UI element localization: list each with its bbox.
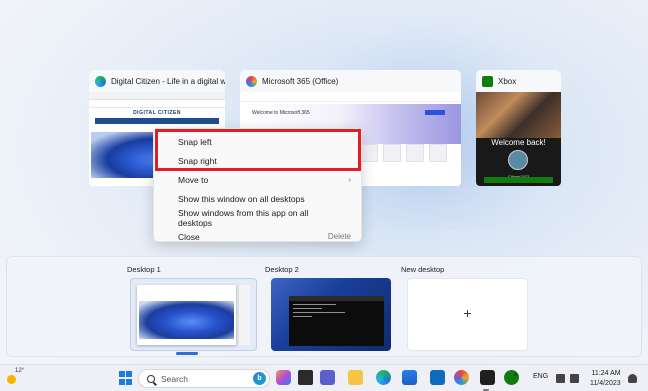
browser-address-bar xyxy=(89,100,225,108)
edge-icon[interactable] xyxy=(376,370,391,385)
window-card-xbox[interactable]: Xbox Welcome back! Citizen1973 xyxy=(476,70,561,186)
system-clock[interactable]: 11:24 AM 11/4/2023 xyxy=(590,369,621,389)
edge-icon xyxy=(95,75,106,87)
game-hero-image xyxy=(476,92,561,138)
teams-icon[interactable] xyxy=(320,370,335,385)
network-icon[interactable] xyxy=(556,374,565,383)
language-indicator[interactable]: ENG xyxy=(533,373,548,380)
highlight-box xyxy=(155,129,361,171)
taskbar: 12° Search b ^ ENG 11:24 AM 11/4/2023 xyxy=(0,364,648,391)
microsoft-365-icon xyxy=(246,75,257,87)
file-explorer-icon[interactable] xyxy=(348,370,363,385)
avatar xyxy=(508,150,528,170)
terminal-window-preview xyxy=(289,296,384,346)
desktop-1-label: Desktop 1 xyxy=(127,265,161,274)
xbox-continue-button xyxy=(484,177,553,183)
menu-item-show-window-all-desktops[interactable]: Show this window on all desktops xyxy=(154,189,361,208)
chevron-up-icon[interactable]: ^ xyxy=(514,372,518,381)
task-view-icon[interactable] xyxy=(298,370,313,385)
desktop-2-thumbnail[interactable] xyxy=(271,278,391,351)
desktop-1-side-panel xyxy=(238,285,250,345)
clock-date: 11/4/2023 xyxy=(590,380,621,387)
window-card-title-bar: Microsoft 365 (Office) xyxy=(240,70,461,92)
terminal-icon[interactable] xyxy=(480,370,495,385)
window-card-title: Digital Citizen - Life in a digital w... xyxy=(111,76,225,86)
app-tile xyxy=(429,144,447,162)
window-card-title-bar: Xbox xyxy=(476,70,561,92)
clock-time: 11:24 AM xyxy=(591,370,621,377)
site-logo: DIGITAL CITIZEN xyxy=(133,110,181,116)
menu-item-label: Show windows from this app on all deskto… xyxy=(178,207,309,228)
weather-temperature: 12° xyxy=(15,368,25,374)
menu-item-close[interactable]: Close Delete xyxy=(154,227,361,246)
new-desktop-button[interactable]: + xyxy=(407,278,528,351)
window-card-title: Microsoft 365 (Office) xyxy=(262,76,339,86)
app-welcome-text: Welcome to Microsoft 365 xyxy=(252,110,310,116)
plus-icon: + xyxy=(463,305,472,321)
bing-icon: b xyxy=(253,372,266,385)
app-header xyxy=(240,92,461,102)
menu-item-label: Close xyxy=(178,231,200,242)
start-button[interactable] xyxy=(118,370,133,385)
app-tile xyxy=(406,144,424,162)
copilot-icon[interactable] xyxy=(276,370,291,385)
microsoft-365-icon[interactable] xyxy=(454,370,469,385)
taskbar-search-box[interactable]: Search b xyxy=(138,369,270,388)
new-desktop-label: New desktop xyxy=(401,265,445,274)
menu-item-show-app-all-desktops[interactable]: Show windows from this app on all deskto… xyxy=(154,207,361,228)
desktop-1-window-preview xyxy=(137,285,236,345)
xbox-welcome-text: Welcome back! xyxy=(491,138,546,147)
chevron-right-icon: › xyxy=(348,175,351,184)
active-desktop-indicator xyxy=(176,352,198,355)
menu-item-label: Show this window on all desktops xyxy=(178,193,305,204)
desktop-1-window-hero xyxy=(139,301,234,339)
shortcut-hint: Delete xyxy=(327,232,351,241)
window-thumbnail: Welcome back! Citizen1973 xyxy=(476,92,561,186)
virtual-desktops-bar: Desktop 1 Desktop 2 New desktop + xyxy=(6,256,642,357)
xbox-icon xyxy=(482,75,493,87)
microsoft-store-icon[interactable] xyxy=(402,370,417,385)
window-card-title-bar: Digital Citizen - Life in a digital w... xyxy=(89,70,225,92)
window-card-title: Xbox xyxy=(498,76,517,86)
desktop-2-label: Desktop 2 xyxy=(265,265,299,274)
app-tile xyxy=(360,144,378,162)
desktop-1-thumbnail[interactable] xyxy=(130,278,257,351)
volume-icon[interactable] xyxy=(570,374,579,383)
app-install-button xyxy=(425,110,445,115)
search-icon xyxy=(147,374,155,383)
search-placeholder: Search xyxy=(161,373,188,384)
notification-bell-icon[interactable] xyxy=(628,374,637,383)
menu-item-move-to[interactable]: Move to › xyxy=(154,170,361,189)
outlook-icon[interactable] xyxy=(430,370,445,385)
app-tile xyxy=(383,144,401,162)
browser-tab-strip xyxy=(89,92,225,100)
sun-icon xyxy=(7,375,16,384)
site-nav-bar xyxy=(95,118,219,124)
weather-widget[interactable]: 12° xyxy=(6,368,25,388)
app-tiles xyxy=(360,144,447,162)
menu-item-label: Move to xyxy=(178,174,209,185)
